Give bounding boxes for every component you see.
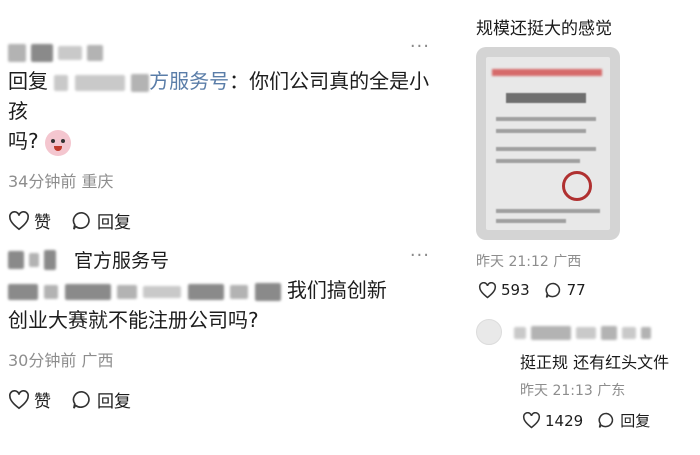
reply-label: 回复 [620,412,651,430]
post-title: 规模还挺大的感觉 [476,19,612,39]
sub-reply-actions: 1429 回复 [522,410,664,431]
post-time: 昨天 21:12 [476,254,549,270]
comment-header: 官方服务号 ··· [8,243,438,275]
avatar[interactable] [476,319,502,345]
author-name-redacted[interactable] [8,249,57,270]
reply-button[interactable]: 回复 [597,410,650,431]
comment-header: ··· [8,34,438,66]
more-options-icon[interactable]: ··· [410,245,430,266]
comment-bubble-icon [598,412,614,428]
redacted-line [496,219,566,223]
reply-target-link[interactable]: 方服务号 [54,69,229,93]
like-button[interactable]: 赞 [8,208,51,233]
comment-meta: 34分钟前 重庆 [8,168,438,192]
like-button[interactable]: 1429 [522,410,583,431]
comment-body: 回复 方服务号：你们公司真的全是小孩 吗? [8,66,438,156]
more-options-icon[interactable]: ··· [410,36,430,57]
redacted-line [496,147,596,151]
comment-bubble-icon [72,390,90,409]
author-name[interactable]: 官方服务号 [74,246,169,273]
redacted-text [8,278,287,302]
comment-meta: 30分钟前 广西 [8,347,438,371]
redacted-line [496,117,596,121]
comment-list: ··· 回复 方服务号：你们公司真的全是小孩 吗? 34分钟前 重庆 赞 回复 [0,0,445,455]
reply-count: 77 [566,281,586,299]
reply-target-suffix: 方服务号 [149,69,230,93]
sub-reply-meta: 昨天 21:13 广东 [520,380,625,400]
comment-actions: 赞 回复 [8,208,438,233]
comment-actions: 赞 回复 [8,387,438,412]
like-label: 赞 [34,392,51,412]
heart-icon [478,281,497,298]
comment-bubble-icon [72,211,90,230]
redacted-line [496,209,600,213]
comment-text-line2: 创业大赛就不能注册公司吗? [8,308,259,332]
redacted-line [496,159,580,163]
crying-face-emoji-icon [44,129,71,156]
sub-author-name-redacted[interactable] [514,322,652,341]
reply-button[interactable]: 77 [544,281,586,299]
like-button[interactable]: 593 [478,281,530,299]
document-paper [486,57,610,230]
comment-bubble-icon [545,282,560,298]
reply-prefix: 回复 [8,69,48,93]
post-meta: 昨天 21:12 广西 [476,251,581,271]
heart-icon [9,210,29,230]
heart-icon [522,412,541,429]
comment-body: 我们搞创新 创业大赛就不能注册公司吗? [8,275,438,335]
like-count: 593 [501,281,530,299]
reply-label: 回复 [97,392,131,412]
reply-button[interactable]: 回复 [71,387,131,412]
comment-text-line2: 吗? [8,129,39,153]
comment-item: 官方服务号 ··· 我们搞创新 创业大赛就不能注册公司吗? 30分钟前 广西 赞… [8,243,438,412]
post-location: 广西 [553,254,582,270]
sub-reply-time: 昨天 21:13 [520,383,593,399]
reply-label: 回复 [97,213,131,233]
comment-time: 34分钟前 [8,172,77,191]
sub-reply-location: 广东 [597,383,626,399]
comment-text: 我们搞创新 [286,278,387,302]
document-image[interactable] [476,47,620,240]
post-actions: 593 77 [478,281,600,299]
official-seal-icon [562,171,592,201]
author-name-redacted[interactable] [8,42,104,62]
like-count: 1429 [545,411,584,430]
comment-time: 30分钟前 [8,351,77,370]
reply-button[interactable]: 回复 [71,208,131,233]
like-button[interactable]: 赞 [8,387,51,412]
post-panel: 规模还挺大的感觉 昨天 21:12 广西 593 77 挺正规 还有红头文件 昨… [468,0,700,455]
red-header [492,69,602,76]
comment-location: 重庆 [81,172,114,191]
redacted-line [506,93,586,103]
comment-location: 广西 [81,351,114,370]
comment-item: ··· 回复 方服务号：你们公司真的全是小孩 吗? 34分钟前 重庆 赞 回复 [8,34,438,233]
heart-icon [9,389,29,409]
redacted-line [496,129,586,133]
sub-reply-text: 挺正规 还有红头文件 [520,353,670,372]
like-label: 赞 [34,213,51,233]
